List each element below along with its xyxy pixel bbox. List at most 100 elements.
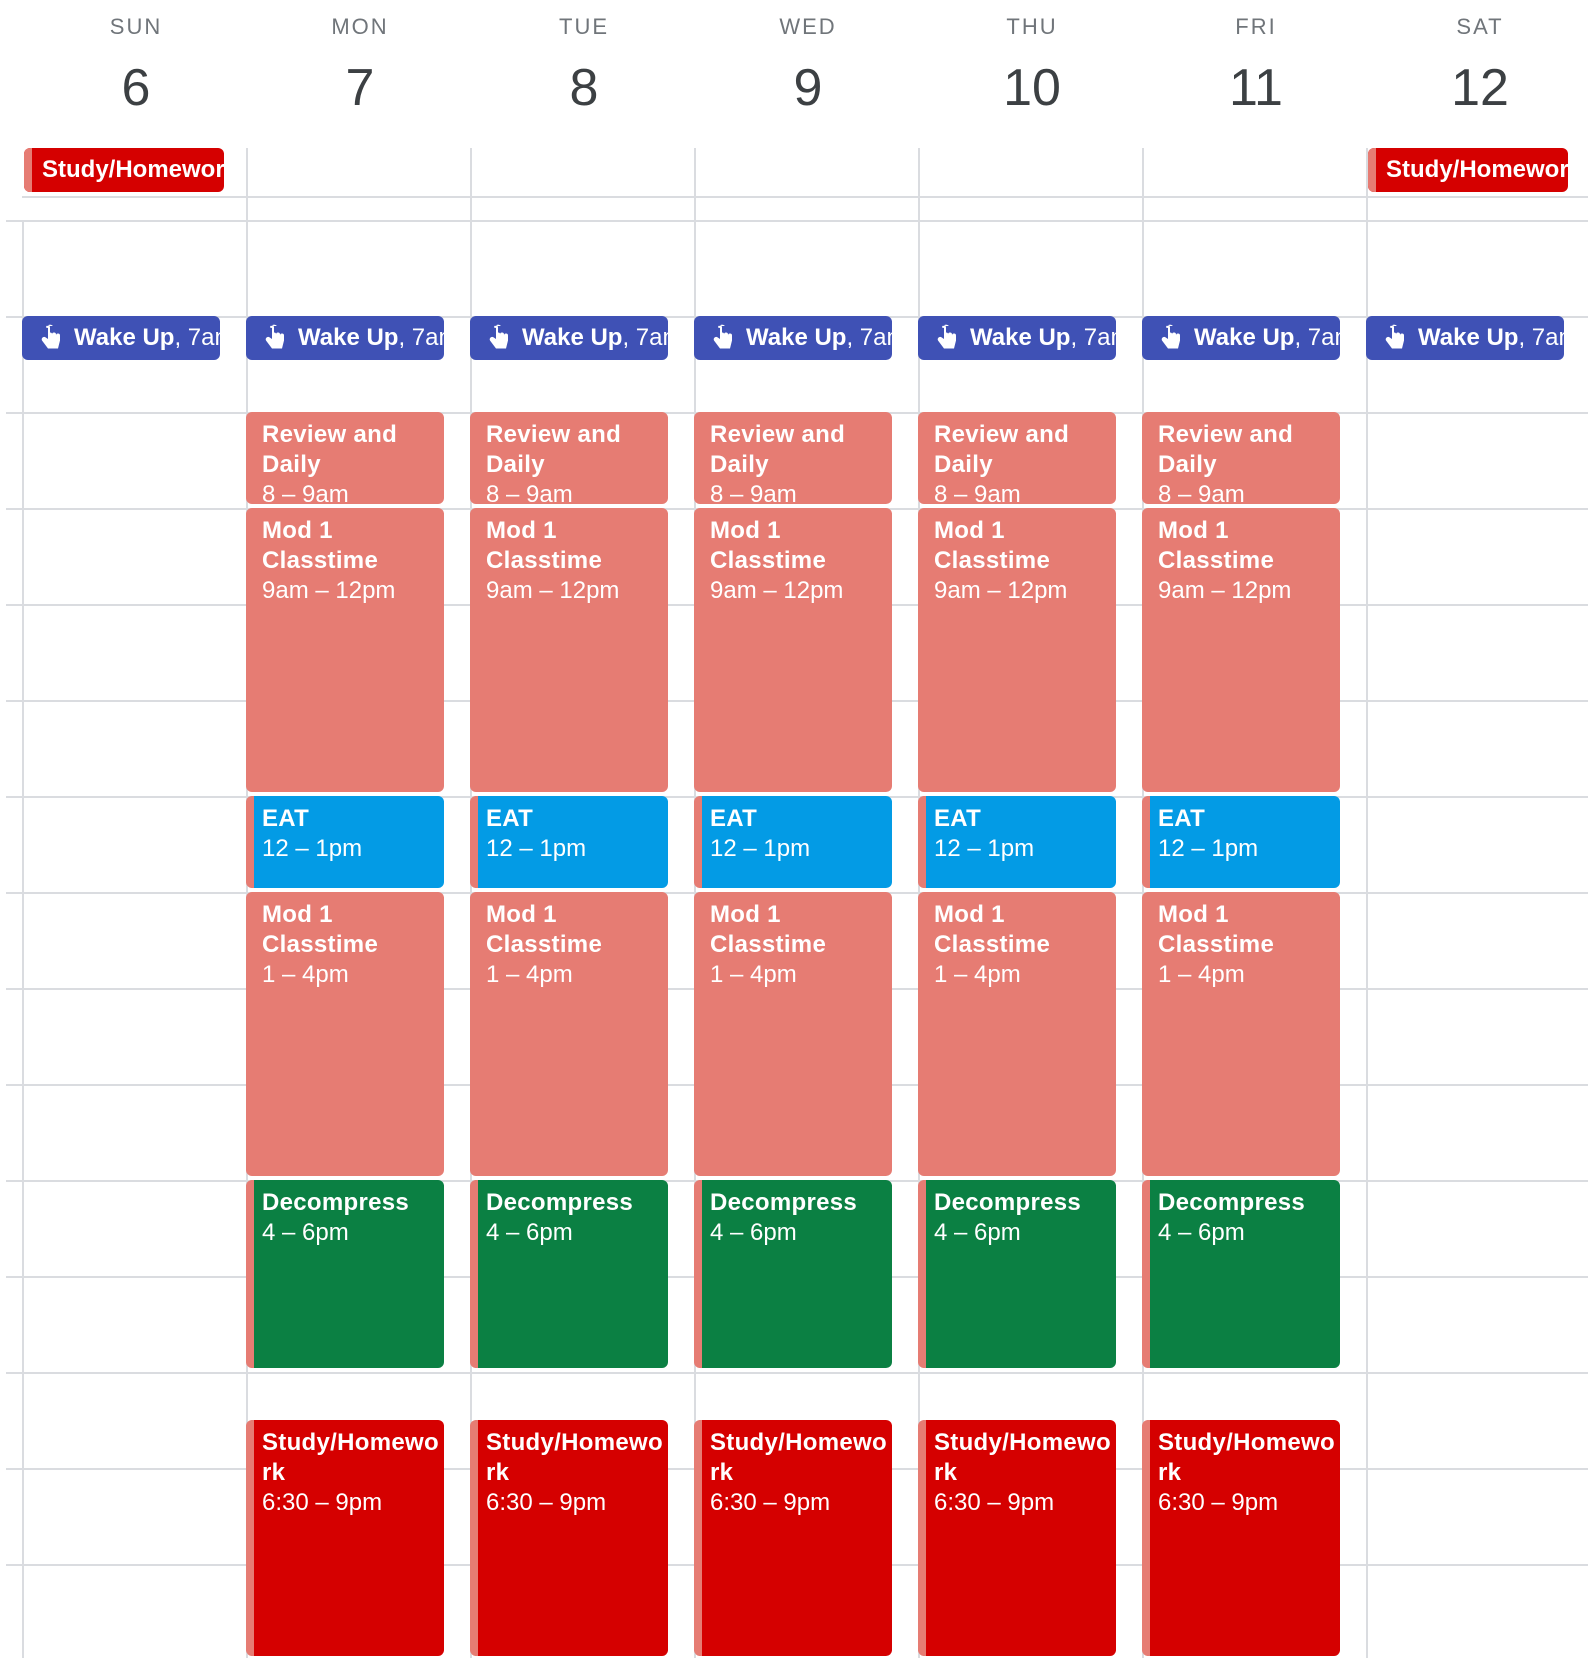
event-class-am-fri[interactable]: Mod 1 Classtime 9am – 12pm bbox=[1142, 508, 1340, 792]
day-number[interactable]: 9 bbox=[696, 58, 920, 118]
event-review-fri[interactable]: Review and Daily 8 – 9am bbox=[1142, 412, 1340, 504]
event-review-thu[interactable]: Review and Daily 8 – 9am bbox=[918, 412, 1116, 504]
event-title: Wake Up bbox=[1194, 324, 1295, 351]
event-title: Review and Daily bbox=[934, 421, 1070, 478]
event-title: Mod 1 Classtime bbox=[1158, 901, 1275, 958]
event-class-am-thu[interactable]: Mod 1 Classtime 9am – 12pm bbox=[918, 508, 1116, 792]
event-time: 4 – 6pm bbox=[262, 1219, 349, 1246]
event-title: Wake Up bbox=[746, 324, 847, 351]
event-time: 4 – 6pm bbox=[1158, 1219, 1245, 1246]
event-time: 12 – 1pm bbox=[934, 835, 1035, 862]
event-time: , 7am bbox=[174, 324, 220, 351]
day-number[interactable]: 10 bbox=[920, 58, 1144, 118]
event-study-fri[interactable]: Study/Homework 6:30 – 9pm bbox=[1142, 1420, 1340, 1656]
event-title: Decompress bbox=[262, 1189, 410, 1216]
event-time: 8 – 9am bbox=[710, 481, 797, 504]
event-title: Wake Up bbox=[522, 324, 623, 351]
event-title: EAT bbox=[262, 805, 310, 832]
day-number[interactable]: 6 bbox=[24, 58, 248, 118]
event-eat-mon[interactable]: EAT 12 – 1pm bbox=[246, 796, 444, 888]
event-title: Mod 1 Classtime bbox=[486, 517, 603, 574]
day-number[interactable]: 7 bbox=[248, 58, 472, 118]
event-eat-wed[interactable]: EAT 12 – 1pm bbox=[694, 796, 892, 888]
event-title: EAT bbox=[486, 805, 534, 832]
all-day-divider bbox=[22, 196, 1588, 198]
event-title: EAT bbox=[710, 805, 758, 832]
event-wake-up-wed[interactable]: Wake Up, 7am bbox=[694, 316, 892, 360]
hand-pointer-icon bbox=[489, 324, 508, 349]
event-title: Wake Up bbox=[298, 324, 399, 351]
event-wake-up-sun[interactable]: Wake Up, 7am bbox=[22, 316, 220, 360]
event-wake-up-thu[interactable]: Wake Up, 7am bbox=[918, 316, 1116, 360]
event-title: Decompress bbox=[934, 1189, 1082, 1216]
day-of-week-label: WED bbox=[779, 14, 837, 39]
event-title: Mod 1 Classtime bbox=[934, 901, 1051, 958]
event-title: Wake Up bbox=[74, 324, 175, 351]
all-day-event-study-sun[interactable]: Study/Homework bbox=[24, 148, 224, 192]
event-time: , 7am bbox=[1294, 324, 1340, 351]
event-title: Review and Daily bbox=[710, 421, 846, 478]
event-time: 6:30 – 9pm bbox=[710, 1489, 831, 1516]
event-study-wed[interactable]: Study/Homework 6:30 – 9pm bbox=[694, 1420, 892, 1656]
event-time: 1 – 4pm bbox=[1158, 961, 1245, 988]
event-title: Study/Homework bbox=[934, 1429, 1111, 1486]
event-study-thu[interactable]: Study/Homework 6:30 – 9pm bbox=[918, 1420, 1116, 1656]
hour-line bbox=[6, 1372, 1588, 1374]
day-number[interactable]: 8 bbox=[472, 58, 696, 118]
event-review-wed[interactable]: Review and Daily 8 – 9am bbox=[694, 412, 892, 504]
event-title: Mod 1 Classtime bbox=[710, 517, 827, 574]
hand-pointer-icon bbox=[1161, 324, 1180, 349]
hand-pointer-icon bbox=[1385, 324, 1404, 349]
event-eat-thu[interactable]: EAT 12 – 1pm bbox=[918, 796, 1116, 888]
event-class-am-wed[interactable]: Mod 1 Classtime 9am – 12pm bbox=[694, 508, 892, 792]
event-title: Mod 1 Classtime bbox=[262, 901, 379, 958]
event-review-tue[interactable]: Review and Daily 8 – 9am bbox=[470, 412, 668, 504]
event-wake-up-sat[interactable]: Wake Up, 7am bbox=[1366, 316, 1564, 360]
event-eat-tue[interactable]: EAT 12 – 1pm bbox=[470, 796, 668, 888]
event-time: 12 – 1pm bbox=[710, 835, 811, 862]
hand-pointer-icon bbox=[265, 324, 284, 349]
event-title: Decompress bbox=[486, 1189, 634, 1216]
event-time: 4 – 6pm bbox=[934, 1219, 1021, 1246]
event-time: 9am – 12pm bbox=[1158, 577, 1292, 604]
event-class-pm-mon[interactable]: Mod 1 Classtime 1 – 4pm bbox=[246, 892, 444, 1176]
event-study-tue[interactable]: Study/Homework 6:30 – 9pm bbox=[470, 1420, 668, 1656]
event-class-pm-fri[interactable]: Mod 1 Classtime 1 – 4pm bbox=[1142, 892, 1340, 1176]
event-title: Study/Homework bbox=[262, 1429, 439, 1486]
hand-pointer-icon bbox=[41, 324, 60, 349]
event-decompress-fri[interactable]: Decompress 4 – 6pm bbox=[1142, 1180, 1340, 1368]
event-time: 1 – 4pm bbox=[262, 961, 349, 988]
event-time: 6:30 – 9pm bbox=[934, 1489, 1055, 1516]
event-decompress-wed[interactable]: Decompress 4 – 6pm bbox=[694, 1180, 892, 1368]
event-study-mon[interactable]: Study/Homework 6:30 – 9pm bbox=[246, 1420, 444, 1656]
event-wake-up-mon[interactable]: Wake Up, 7am bbox=[246, 316, 444, 360]
day-number[interactable]: 11 bbox=[1144, 58, 1368, 118]
event-time: 9am – 12pm bbox=[486, 577, 620, 604]
event-wake-up-tue[interactable]: Wake Up, 7am bbox=[470, 316, 668, 360]
event-review-mon[interactable]: Review and Daily 8 – 9am bbox=[246, 412, 444, 504]
day-number[interactable]: 12 bbox=[1368, 58, 1588, 118]
all-day-event-study-sat[interactable]: Study/Homework bbox=[1368, 148, 1568, 192]
event-class-am-tue[interactable]: Mod 1 Classtime 9am – 12pm bbox=[470, 508, 668, 792]
event-title: Study/Homework bbox=[486, 1429, 663, 1486]
event-decompress-mon[interactable]: Decompress 4 – 6pm bbox=[246, 1180, 444, 1368]
event-time: 9am – 12pm bbox=[934, 577, 1068, 604]
event-eat-fri[interactable]: EAT 12 – 1pm bbox=[1142, 796, 1340, 888]
event-title: Review and Daily bbox=[486, 421, 622, 478]
event-time: 1 – 4pm bbox=[710, 961, 797, 988]
event-title: Mod 1 Classtime bbox=[710, 901, 827, 958]
event-time: 12 – 1pm bbox=[262, 835, 363, 862]
event-class-am-mon[interactable]: Mod 1 Classtime 9am – 12pm bbox=[246, 508, 444, 792]
event-class-pm-tue[interactable]: Mod 1 Classtime 1 – 4pm bbox=[470, 892, 668, 1176]
event-class-pm-thu[interactable]: Mod 1 Classtime 1 – 4pm bbox=[918, 892, 1116, 1176]
event-title: Review and Daily bbox=[262, 421, 398, 478]
event-title: Wake Up bbox=[970, 324, 1071, 351]
event-time: 8 – 9am bbox=[1158, 481, 1245, 504]
event-time: 8 – 9am bbox=[262, 481, 349, 504]
event-decompress-tue[interactable]: Decompress 4 – 6pm bbox=[470, 1180, 668, 1368]
event-time: 6:30 – 9pm bbox=[486, 1489, 607, 1516]
event-decompress-thu[interactable]: Decompress 4 – 6pm bbox=[918, 1180, 1116, 1368]
event-wake-up-fri[interactable]: Wake Up, 7am bbox=[1142, 316, 1340, 360]
event-class-pm-wed[interactable]: Mod 1 Classtime 1 – 4pm bbox=[694, 892, 892, 1176]
day-of-week-label: TUE bbox=[559, 14, 609, 39]
